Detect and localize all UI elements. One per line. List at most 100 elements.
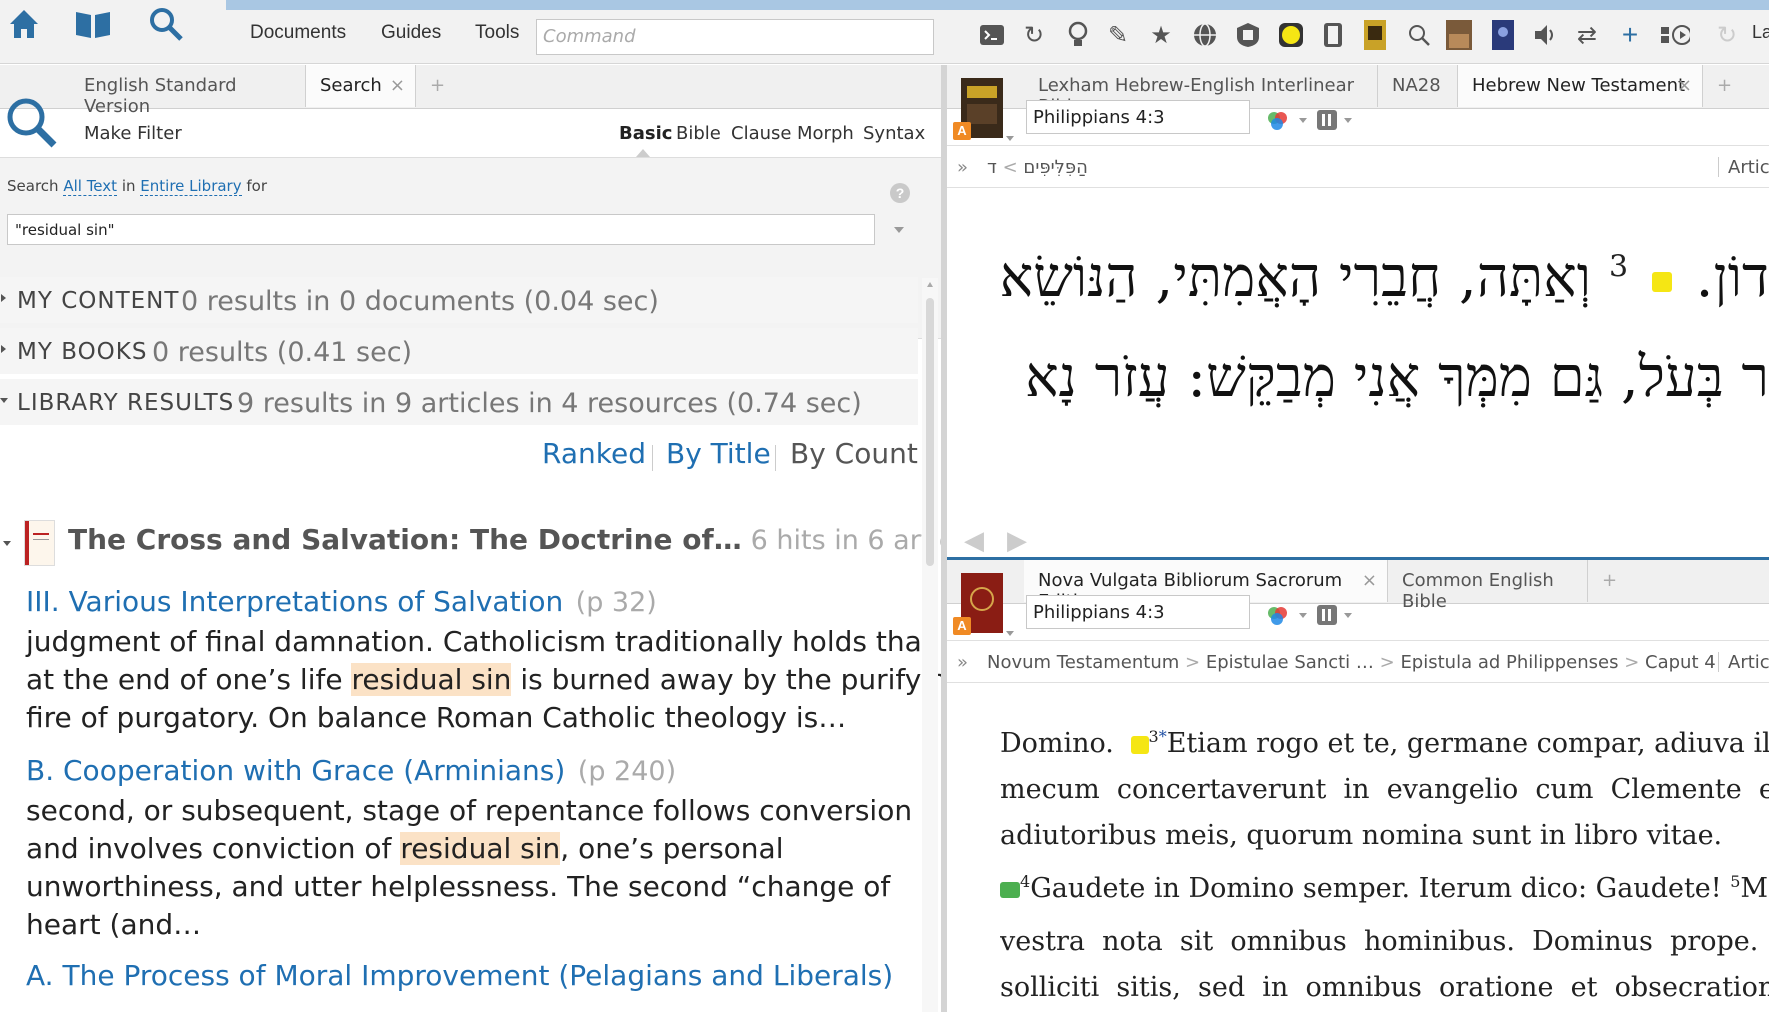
bookmark-icon[interactable]	[1318, 20, 1348, 50]
search-library-selector[interactable]: Entire Library	[140, 177, 242, 196]
parallel-arrows-icon[interactable]: ⇄	[1572, 20, 1602, 50]
divider	[1718, 157, 1719, 177]
hit-title[interactable]: A. The Process of Moral Improvement (Pel…	[26, 959, 893, 992]
help-icon[interactable]: ?	[890, 183, 910, 203]
expand-breadcrumb-icon[interactable]: »	[957, 157, 968, 178]
refresh-icon[interactable]: ↻	[1712, 20, 1742, 50]
cover-menu-arrow-icon[interactable]	[1006, 136, 1014, 141]
reference-input[interactable]: Philippians 4:3	[1026, 595, 1250, 629]
expand-arrow-icon[interactable]	[1, 345, 6, 353]
search-type-basic[interactable]: Basic	[619, 123, 672, 144]
highlighter-icon[interactable]: ✎	[1103, 20, 1133, 50]
resource-badge: A	[953, 617, 971, 635]
hebrew-text-line-2[interactable]: ר בְּעֹל, גַּם מִמְּךָ אֲנִי מְבַקֵּשׁ: …	[947, 345, 1769, 410]
tab-search[interactable]: Search ×	[306, 65, 416, 107]
expand-breadcrumb-icon[interactable]: »	[957, 652, 968, 673]
layouts-icon[interactable]	[1660, 20, 1690, 50]
tab-na28[interactable]: NA28	[1378, 65, 1458, 107]
hit-snippet[interactable]: second, or subsequent, stage of repentan…	[26, 792, 912, 944]
menu-guides[interactable]: Guides	[381, 22, 441, 44]
magnifier-icon[interactable]	[1404, 20, 1434, 50]
menu-tools[interactable]: Tools	[475, 22, 519, 44]
vulgata-breadcrumb[interactable]: Novum Testamentum > Epistulae Sancti … >…	[987, 652, 1716, 673]
group-library-results[interactable]: LIBRARY RESULTS 9 results in 9 articles …	[0, 379, 918, 425]
visual-filters-icon[interactable]	[1265, 108, 1309, 137]
discussion-marker-icon[interactable]	[1000, 881, 1020, 898]
audio-speaker-icon[interactable]	[1530, 20, 1560, 50]
note-marker-icon[interactable]	[1130, 735, 1149, 754]
make-filter-button[interactable]: Make Filter	[84, 123, 182, 144]
right-panels: Lexham Hebrew-English Interlinear Bible …	[947, 65, 1769, 1012]
sort-by-title[interactable]: By Title	[666, 437, 771, 470]
group-my-books[interactable]: MY BOOKS 0 results (0.41 sec)	[0, 328, 918, 374]
vulgata-text[interactable]: Domino. 3*Etiam rogo et te, germane comp…	[1000, 714, 1769, 1011]
resource-result-header[interactable]: The Cross and Salvation: The Doctrine of…	[68, 523, 992, 556]
hebrew-breadcrumb[interactable]: הַפִּלִּיפִּים > ד	[987, 157, 1088, 178]
search-icon[interactable]	[146, 4, 190, 48]
results-scrollbar[interactable]	[922, 278, 938, 1012]
menu-documents[interactable]: Documents	[250, 22, 346, 44]
search-panel-icon[interactable]	[2, 85, 62, 174]
tab-common-english-bible[interactable]: Common English Bible	[1388, 560, 1588, 612]
hit-snippet[interactable]: judgment of final damnation. Catholicism…	[26, 623, 965, 737]
notes-yellow-icon[interactable]	[1276, 20, 1306, 50]
add-tab-button[interactable]: +	[416, 65, 460, 107]
terminal-icon[interactable]	[977, 20, 1007, 50]
search-hit[interactable]: B. Cooperation with Grace (Arminians) (p…	[26, 754, 676, 787]
note-marker-icon[interactable]	[1651, 271, 1672, 292]
collapse-arrow-icon[interactable]	[0, 398, 8, 403]
lightbulb-icon[interactable]	[1063, 20, 1093, 50]
tab-hebrew-new-testament[interactable]: Hebrew New Testament ×	[1458, 65, 1703, 107]
library-icon[interactable]	[72, 4, 116, 48]
previous-arrow-icon[interactable]: ◀	[964, 525, 984, 556]
cover-menu-arrow-icon[interactable]	[1006, 631, 1014, 636]
hit-title[interactable]: III. Various Interpretations of Salvatio…	[26, 585, 563, 618]
command-input[interactable]: Command	[536, 19, 934, 55]
close-tab-icon[interactable]: ×	[390, 75, 405, 96]
sync-icon[interactable]: ↻	[1019, 20, 1049, 50]
hit-page: (p 32)	[575, 587, 657, 618]
close-tab-icon[interactable]: ×	[1677, 75, 1692, 96]
sort-by-count[interactable]: By Count	[790, 437, 918, 470]
next-arrow-icon[interactable]: ▶	[1007, 525, 1027, 556]
search-type-syntax[interactable]: Syntax	[863, 123, 925, 144]
search-hit[interactable]: III. Various Interpretations of Salvatio…	[26, 585, 657, 618]
overflow-label[interactable]: La	[1752, 22, 1769, 43]
article-label[interactable]: Artic	[1728, 157, 1769, 178]
search-type-morph[interactable]: Morph	[797, 123, 854, 144]
search-type-bible[interactable]: Bible	[676, 123, 721, 144]
resource-title[interactable]: The Cross and Salvation: The Doctrine of…	[68, 523, 742, 556]
query-history-dropdown-icon[interactable]	[894, 227, 904, 233]
close-tab-icon[interactable]: ×	[1362, 570, 1377, 591]
search-field-selector[interactable]: All Text	[63, 177, 118, 196]
reference-input[interactable]: Philippians 4:3	[1026, 100, 1250, 134]
search-hit[interactable]: A. The Process of Moral Improvement (Pel…	[26, 959, 893, 992]
panel-layout-icon[interactable]	[1316, 603, 1356, 632]
search-term-highlight: residual sin	[351, 663, 512, 696]
add-tab-button[interactable]: +	[1703, 65, 1747, 107]
add-plus-icon[interactable]: +	[1615, 19, 1645, 50]
group-my-content[interactable]: MY CONTENT 0 results in 0 documents (0.0…	[0, 277, 918, 323]
sort-ranked[interactable]: Ranked	[542, 437, 646, 470]
panel-layout-icon[interactable]	[1316, 108, 1356, 137]
search-query-input[interactable]: "residual sin"	[7, 214, 875, 245]
resource-cover-icon-2[interactable]	[1444, 20, 1474, 50]
scrollbar-thumb[interactable]	[926, 298, 934, 566]
resource-cover-icon[interactable]	[1360, 20, 1390, 50]
favorites-star-icon[interactable]: ★	[1146, 20, 1176, 50]
collapse-arrow-icon[interactable]	[3, 541, 11, 546]
tab-english-standard-version[interactable]: English Standard Version	[70, 65, 306, 117]
search-type-clause[interactable]: Clause	[731, 123, 791, 144]
hebrew-text-line-1[interactable]: דוֹן. 3 וְאַתָּה, חֲבֵרִי הָאֲמִתִּי, הַ…	[947, 245, 1769, 310]
resource-cover-icon-3[interactable]	[1488, 20, 1518, 50]
article-label[interactable]: Artic	[1728, 652, 1769, 673]
globe-icon[interactable]	[1190, 20, 1220, 50]
footnote-marker[interactable]: *	[1159, 727, 1167, 746]
text-line: mecum concertaverunt in evangelio cum Cl…	[1000, 774, 1769, 805]
shield-icon[interactable]	[1233, 20, 1263, 50]
hit-title[interactable]: B. Cooperation with Grace (Arminians)	[26, 754, 565, 787]
visual-filters-icon[interactable]	[1265, 603, 1309, 632]
add-tab-button[interactable]: +	[1588, 560, 1632, 602]
expand-arrow-icon[interactable]	[1, 294, 6, 302]
home-icon[interactable]	[4, 4, 48, 48]
